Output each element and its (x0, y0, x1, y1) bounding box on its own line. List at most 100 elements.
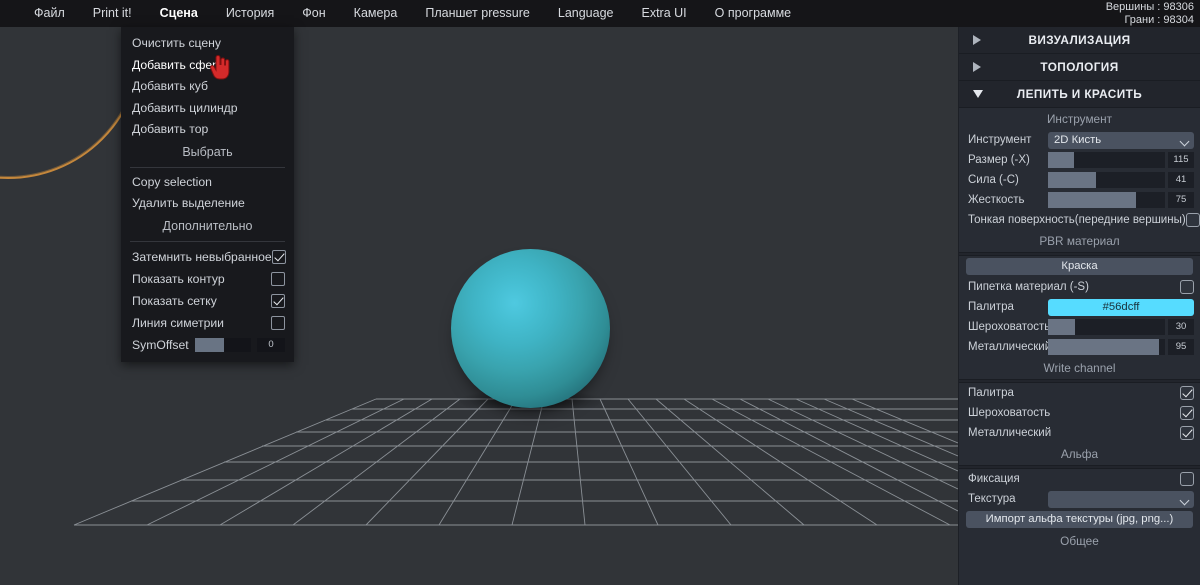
texture-select-dropdown[interactable] (1048, 490, 1194, 508)
paint-button[interactable]: Краска (966, 258, 1193, 275)
checkbox-icon[interactable] (271, 271, 285, 286)
slider-strength-track[interactable] (1048, 172, 1165, 188)
section-header-topology[interactable]: ТОПОЛОГИЯ (959, 54, 1200, 81)
menu-item-camera[interactable]: Камера (340, 0, 412, 27)
menu-slider-symoffset[interactable]: SymOffset 0 (121, 334, 294, 356)
menu-item-tablet-pressure[interactable]: Планшет pressure (411, 0, 544, 27)
slider-hardness-label: Жесткость (968, 194, 1025, 206)
dropdown-divider-1 (130, 166, 285, 168)
checkbox-row-write-roughness[interactable]: Шероховатость (959, 403, 1200, 423)
menu-item-scene[interactable]: Сцена (146, 0, 212, 27)
tool-select-row: Инструмент 2D Кисть (959, 130, 1200, 150)
menu-option-clear-scene[interactable]: Очистить сцену (121, 33, 294, 55)
checkbox-row-fixation[interactable]: Фиксация (959, 469, 1200, 489)
dropdown-group-extra-title: Дополнительно (162, 218, 253, 233)
slider-size-value[interactable]: 115 (1168, 152, 1194, 168)
slider-roughness-label: Шероховатость (968, 321, 1051, 333)
slider-hardness-value[interactable]: 75 (1168, 192, 1194, 208)
section-header-sculpt-paint-label: ЛЕПИТЬ И КРАСИТЬ (1016, 87, 1143, 101)
chevron-right-icon (973, 35, 981, 45)
menu-option-add-cylinder[interactable]: Добавить цилиндр (121, 98, 294, 120)
faces-count: Грани : 98304 (1124, 14, 1194, 26)
section-header-visualization[interactable]: ВИЗУАЛИЗАЦИЯ (959, 27, 1200, 54)
slider-roughness-value[interactable]: 30 (1168, 319, 1194, 335)
slider-metallic-value[interactable]: 95 (1168, 339, 1194, 355)
vertices-count: Вершины : 98306 (1105, 1, 1194, 13)
checkbox-icon[interactable] (271, 249, 286, 264)
menu-option-add-cube[interactable]: Добавить куб (121, 76, 294, 98)
menu-option-add-sphere[interactable]: Добавить сферу (121, 55, 294, 77)
menu-item-file[interactable]: Файл (20, 0, 79, 27)
checkbox-fixation-label: Фиксация (968, 473, 1020, 485)
menu-item-language[interactable]: Language (544, 0, 628, 27)
tool-select-dropdown[interactable]: 2D Кисть (1048, 131, 1194, 149)
menu-option-add-torus[interactable]: Добавить тор (121, 119, 294, 141)
menu-checkbox-dim-unselected[interactable]: Затемнить невыбранное (121, 246, 294, 268)
section-header-visualization-label: ВИЗУАЛИЗАЦИЯ (1028, 33, 1131, 47)
slider-strength-fill (1048, 172, 1096, 188)
checkbox-row-write-palette[interactable]: Палитра (959, 383, 1200, 403)
slider-row-size: Размер (-X) 115 (959, 150, 1200, 170)
menu-item-about[interactable]: О программе (701, 0, 805, 27)
checkbox-icon[interactable] (271, 315, 285, 330)
menu-bar-items: Файл Print it! Сцена История Фон Камера … (0, 0, 1200, 27)
menu-item-history[interactable]: История (212, 0, 288, 27)
slider-hardness-fill (1048, 192, 1136, 208)
chevron-down-icon (1179, 495, 1190, 505)
checkbox-icon[interactable] (1180, 472, 1194, 486)
menu-item-background[interactable]: Фон (288, 0, 339, 27)
checkbox-icon[interactable] (1180, 386, 1194, 400)
palette-color-swatch[interactable]: #56dcff (1048, 298, 1194, 316)
subheading-alpha: Альфа (959, 443, 1200, 465)
scene-dropdown-menu: Очистить сцену Добавить сферу Добавить к… (121, 27, 294, 362)
menu-item-extra-ui[interactable]: Extra UI (628, 0, 701, 27)
chevron-down-icon (973, 90, 983, 98)
right-panel: ВИЗУАЛИЗАЦИЯ ТОПОЛОГИЯ ЛЕПИТЬ И КРАСИТЬ … (958, 27, 1200, 585)
import-alpha-texture-button[interactable]: Импорт альфа текстуры (jpg, png...) (966, 511, 1193, 528)
slider-roughness-fill (1048, 319, 1075, 335)
slider-row-hardness: Жесткость 75 (959, 190, 1200, 210)
menu-checkbox-show-grid-label: Показать сетку (132, 293, 217, 308)
chevron-right-icon (973, 62, 981, 72)
slider-metallic-track[interactable] (1048, 339, 1165, 355)
menu-option-copy-selection[interactable]: Copy selection (121, 172, 294, 194)
menu-checkbox-show-contour[interactable]: Показать контур (121, 268, 294, 290)
slider-row-strength: Сила (-С) 41 (959, 170, 1200, 190)
slider-row-roughness: Шероховатость 30 (959, 317, 1200, 337)
slider-roughness-track[interactable] (1048, 319, 1165, 335)
menu-option-delete-selection[interactable]: Удалить выделение (121, 193, 294, 215)
slider-size-track[interactable] (1048, 152, 1165, 168)
slider-strength-label: Сила (-С) (968, 174, 1019, 186)
menu-slider-symoffset-label: SymOffset (132, 337, 189, 352)
eyedropper-checkbox-icon[interactable] (1180, 280, 1194, 294)
checkbox-row-thin-surface[interactable]: Тонкая поверхность(передние вершины) (959, 210, 1200, 230)
checkbox-row-material-picker[interactable]: Пипетка материал (-S) (959, 277, 1200, 297)
section-header-topology-label: ТОПОЛОГИЯ (1040, 60, 1119, 74)
menu-item-print[interactable]: Print it! (79, 0, 146, 27)
subheading-general: Общее (959, 530, 1200, 552)
menu-checkbox-dim-unselected-label: Затемнить невыбранное (132, 249, 272, 264)
mesh-stats: Вершины : 98306 Грани : 98304 (1106, 1, 1194, 27)
panel-divider (959, 252, 1200, 256)
menu-checkbox-show-grid[interactable]: Показать сетку (121, 290, 294, 312)
section-header-sculpt-paint[interactable]: ЛЕПИТЬ И КРАСИТЬ (959, 81, 1200, 108)
menu-checkbox-symmetry-line-label: Линия симетрии (132, 315, 224, 330)
checkbox-icon[interactable] (1180, 406, 1194, 420)
checkbox-icon[interactable] (1180, 426, 1194, 440)
tool-select-label: Инструмент (968, 134, 1032, 146)
symoffset-slider-fill (195, 337, 225, 352)
menu-checkbox-show-contour-label: Показать контур (132, 271, 225, 286)
slider-metallic-fill (1048, 339, 1160, 355)
slider-strength-value[interactable]: 41 (1168, 172, 1194, 188)
checkbox-icon[interactable] (271, 293, 285, 308)
symoffset-value[interactable]: 0 (257, 337, 285, 352)
menu-checkbox-symmetry-line[interactable]: Линия симетрии (121, 312, 294, 334)
sphere-object[interactable] (451, 249, 610, 408)
checkbox-row-write-metallic[interactable]: Металлический (959, 423, 1200, 443)
checkbox-icon[interactable] (1185, 213, 1200, 227)
palette-row: Палитра #56dcff (959, 297, 1200, 317)
chevron-down-icon (1179, 136, 1190, 146)
symoffset-slider-track[interactable] (195, 337, 252, 352)
slider-hardness-track[interactable] (1048, 192, 1165, 208)
checkbox-write-palette-label: Палитра (968, 387, 1014, 399)
